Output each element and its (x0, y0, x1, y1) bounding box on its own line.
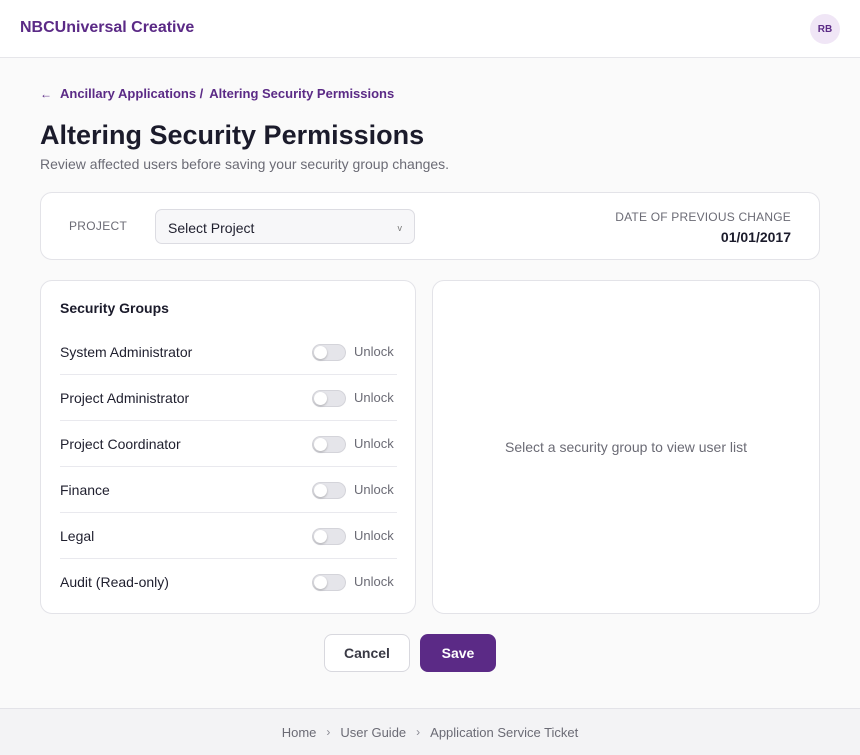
footer-link-user-guide[interactable]: User Guide (340, 725, 406, 740)
footer-link-service-ticket[interactable]: Application Service Ticket (430, 725, 578, 740)
security-groups-card: Security Groups System Administrator Unl… (40, 280, 416, 614)
security-group-row: Project Administrator Unlock (60, 375, 397, 421)
toggle-knob (314, 484, 327, 497)
unlock-label: Unlock (354, 574, 394, 589)
unlock-label: Unlock (354, 528, 394, 543)
unlock-label: Unlock (354, 390, 394, 405)
user-avatar[interactable]: RB (810, 14, 840, 44)
user-list-empty-message: Select a security group to view user lis… (505, 439, 747, 455)
unlock-toggle[interactable] (312, 390, 346, 407)
toggle-knob (314, 346, 327, 359)
footer-separator: › (416, 725, 421, 739)
toggle-knob (314, 576, 327, 589)
page-subtitle: Review affected users before saving your… (40, 156, 450, 172)
security-group-name: Project Administrator (60, 389, 190, 406)
unlock-toggle[interactable] (312, 344, 346, 361)
save-button[interactable]: Save (420, 634, 496, 672)
project-label: PROJECT (69, 219, 128, 233)
project-select[interactable]: Select Project v (155, 209, 415, 244)
project-select-value: Select Project (168, 220, 255, 236)
toggle-knob (314, 392, 327, 405)
chevron-down-icon: v (397, 223, 403, 233)
breadcrumb-current: Altering Security Permissions (209, 86, 395, 101)
previous-change-date: 01/01/2017 (720, 229, 791, 245)
security-group-row: Finance Unlock (60, 467, 397, 513)
top-bar: NBCUniversal Creative RB (0, 0, 860, 58)
footer-link-home[interactable]: Home (282, 725, 317, 740)
unlock-toggle[interactable] (312, 574, 346, 591)
arrow-left-icon[interactable]: ← (40, 87, 52, 101)
toggle-knob (314, 438, 327, 451)
security-group-row: Project Coordinator Unlock (60, 421, 397, 467)
unlock-toggle[interactable] (312, 482, 346, 499)
page-title: Altering Security Permissions (40, 120, 425, 150)
security-group-row: Audit (Read-only) Unlock (60, 559, 397, 605)
breadcrumb: ← Ancillary Applications / Altering Secu… (40, 86, 394, 101)
security-group-name: Legal (60, 527, 95, 544)
security-group-row: Legal Unlock (60, 513, 397, 559)
security-group-row: System Administrator Unlock (60, 329, 397, 375)
brand-logo-text[interactable]: NBCUniversal Creative (20, 19, 194, 37)
security-groups-title: Security Groups (60, 300, 169, 316)
user-list-panel: Select a security group to view user lis… (432, 280, 820, 614)
previous-change-label: DATE OF PREVIOUS CHANGE (615, 210, 791, 224)
footer-separator: › (326, 725, 331, 739)
security-group-name: Finance (60, 481, 110, 498)
security-group-name: Audit (Read-only) (60, 574, 169, 590)
unlock-label: Unlock (354, 344, 394, 359)
security-group-name: System Administrator (60, 343, 193, 360)
cancel-button[interactable]: Cancel (324, 634, 410, 672)
security-group-list: System Administrator Unlock Project Admi… (60, 329, 397, 605)
unlock-label: Unlock (354, 436, 394, 451)
security-group-name: Project Coordinator (60, 435, 181, 452)
breadcrumb-parent-link[interactable]: Ancillary Applications / (60, 86, 203, 101)
project-card: PROJECT Select Project v DATE OF PREVIOU… (40, 192, 820, 260)
unlock-label: Unlock (354, 482, 394, 497)
footer-nav: Home › User Guide › Application Service … (0, 708, 860, 755)
toggle-knob (314, 530, 327, 543)
unlock-toggle[interactable] (312, 528, 346, 545)
unlock-toggle[interactable] (312, 436, 346, 453)
